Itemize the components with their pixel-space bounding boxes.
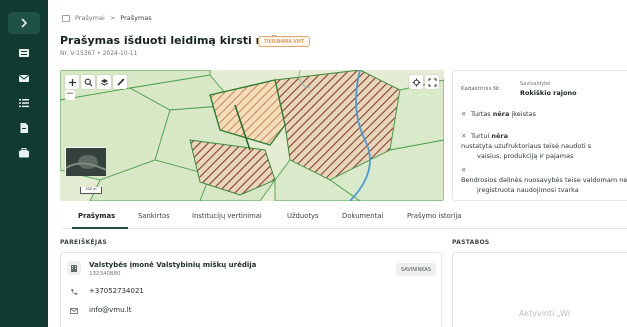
tab-institucijos[interactable]: Institucijų vertinimai [192,212,262,220]
zoom-out-button[interactable]: − [65,90,75,100]
expand-sidebar-button[interactable] [8,12,40,34]
briefcase-icon [19,148,29,158]
crosshair-icon [412,78,420,86]
mail-icon [19,75,29,82]
role-badge: SAVININKAS [395,263,436,276]
municipality-label: Savivaldybė [520,81,551,87]
notes-section-title: PASTABOS [452,239,490,246]
map-search-button[interactable] [81,75,95,89]
breadcrumb-separator: > [109,14,116,22]
document-icon [20,123,28,133]
condition-item: ✕ Turtas nėra įkeistas [461,110,536,118]
zoom-in-button[interactable] [65,75,79,89]
tab-sankirtos[interactable]: Sankirtos [138,212,170,220]
x-icon: ✕ [461,166,467,174]
map-parcels [60,70,444,201]
activation-watermark: Aktyvinti „Wi [519,309,571,318]
sidebar-item-messages[interactable] [16,70,32,86]
tab-istorija[interactable]: Prašymo istorija [407,212,461,220]
map-scale: 300 m [80,187,102,194]
sidebar [0,0,48,327]
grid-icon [19,49,29,57]
plus-icon [68,78,76,86]
sidebar-item-documents[interactable] [16,120,32,136]
list-icon [19,99,29,108]
sidebar-item-list[interactable] [16,95,32,111]
breadcrumb-current: Prašymas [120,14,152,22]
breadcrumb: Prašymai > Prašymas [62,14,152,22]
condition-item: ✕ Turtui nėra nustatyta uzufruktoriaus te… [461,132,592,160]
tab-uzduotys[interactable]: Užduotys [287,212,319,220]
pen-icon [116,78,124,86]
measure-button[interactable] [113,75,127,89]
x-icon: ✕ [461,132,467,140]
active-tab-indicator [72,227,128,229]
applicant-phone[interactable]: +37052734021 [89,287,144,295]
sidebar-item-dashboard[interactable] [16,45,32,61]
satellite-thumbnail [65,148,107,176]
applicant-section-title: PAREIŠKĖJAS [60,239,108,246]
condition-item: ✕Bendrosios dalinės nuosavybės teise val… [461,166,627,194]
building-icon [67,261,81,275]
status-badge: TIKRINAMA VMT [258,36,311,47]
search-icon [84,78,92,86]
map-toolbar [65,75,127,89]
fullscreen-button[interactable] [425,75,439,89]
document-icon [62,14,70,22]
applicant-code: 132340880 [89,271,121,277]
layers-button[interactable] [97,75,111,89]
main-content: Prašymai > Prašymas Prašymas išduoti lei… [48,0,627,327]
map-toolbar-right [409,75,439,89]
municipality-value: Rokiškio rajono [520,89,577,97]
x-icon: ✕ [461,110,467,118]
fullscreen-icon [428,78,436,86]
tab-prasymas[interactable]: Prašymas [78,212,115,220]
applicant-name: Valstybės įmonė Valstybinių miškų urėdij… [89,261,257,269]
basemap-switcher[interactable] [65,147,107,176]
applicant-email[interactable]: info@vmu.lt [89,306,131,314]
cadastral-number-label: Kadastrinis Nr. [461,86,501,92]
tab-bar: Prašymas Sankirtos Institucijų vertinima… [62,207,627,229]
mail-icon [70,308,78,314]
phone-icon [71,289,78,295]
sidebar-item-archive[interactable] [16,145,32,161]
property-info-panel: Kadastrinis Nr. Savivaldybė Rokiškio raj… [452,70,627,201]
tab-dokumentai[interactable]: Dokumentai [342,212,383,220]
map-view[interactable]: − 300 m [60,70,444,201]
layers-icon [100,78,108,86]
applicant-card: Valstybės įmonė Valstybinių miškų urėdij… [60,252,442,327]
locate-button[interactable] [409,75,423,89]
page-subtitle: Nr. V-15367 • 2024-10-11 [60,50,138,57]
chevron-right-icon [21,18,28,28]
breadcrumb-root-link[interactable]: Prašymai [75,14,105,22]
